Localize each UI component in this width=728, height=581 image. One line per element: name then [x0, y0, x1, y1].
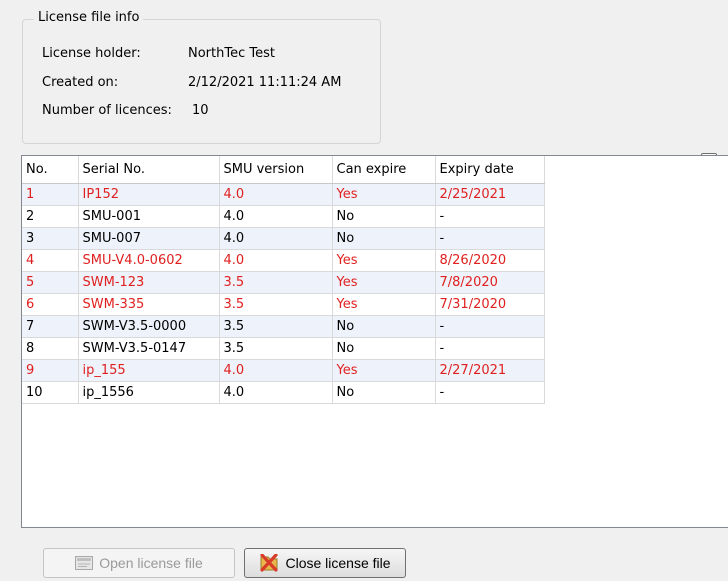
table-row[interactable]: 9 ip_155 4.0 Yes 2/27/2021 — [22, 359, 545, 382]
cell-can-expire: No — [332, 337, 436, 360]
cell-no: 4 — [22, 249, 79, 272]
cell-no: 7 — [22, 315, 79, 338]
cell-version: 4.0 — [219, 205, 333, 228]
cell-no: 5 — [22, 271, 79, 294]
license-info-title: License file info — [34, 10, 144, 25]
cell-no: 8 — [22, 337, 79, 360]
cell-version: 4.0 — [219, 249, 333, 272]
cell-version: 3.5 — [219, 271, 333, 294]
cell-serial: SMU-V4.0-0602 — [78, 249, 220, 272]
cell-serial: SMU-007 — [78, 227, 220, 250]
cell-serial: SWM-335 — [78, 293, 220, 316]
cell-no: 9 — [22, 359, 79, 382]
table-row[interactable]: 10 ip_1556 4.0 No - — [22, 381, 545, 404]
cell-expiry: - — [435, 315, 545, 338]
cell-expiry: 2/27/2021 — [435, 359, 545, 382]
open-license-button[interactable]: Open license file — [43, 548, 235, 578]
cell-version: 3.5 — [219, 315, 333, 338]
cell-expiry: 8/26/2020 — [435, 249, 545, 272]
close-license-button[interactable]: Close license file — [244, 548, 406, 578]
cell-expiry: - — [435, 227, 545, 250]
licence-count-row: Number of licences: 10 — [42, 103, 209, 118]
cell-version: 4.0 — [219, 227, 333, 250]
cell-expiry: 7/8/2020 — [435, 271, 545, 294]
table-row[interactable]: 2 SMU-001 4.0 No - — [22, 205, 545, 228]
cell-serial: SWM-123 — [78, 271, 220, 294]
cell-serial: ip_155 — [78, 359, 220, 382]
cell-no: 1 — [22, 183, 79, 206]
cell-expiry: 2/25/2021 — [435, 183, 545, 206]
column-header-no[interactable]: No. — [22, 156, 79, 184]
close-file-icon — [260, 554, 279, 572]
cell-expiry: 7/31/2020 — [435, 293, 545, 316]
open-license-label: Open license file — [99, 555, 203, 571]
cell-serial: SMU-001 — [78, 205, 220, 228]
cell-can-expire: No — [332, 205, 436, 228]
cell-can-expire: No — [332, 381, 436, 404]
cell-serial: ip_1556 — [78, 381, 220, 404]
licence-count-label: Number of licences: — [42, 103, 172, 118]
table-row[interactable]: 1 IP152 4.0 Yes 2/25/2021 — [22, 183, 545, 206]
cell-version: 4.0 — [219, 359, 333, 382]
cell-version: 3.5 — [219, 337, 333, 360]
cell-version: 4.0 — [219, 381, 333, 404]
column-header-version[interactable]: SMU version — [219, 156, 333, 184]
created-on-row: Created on: 2/12/2021 11:11:24 AM — [42, 75, 341, 90]
cell-version: 3.5 — [219, 293, 333, 316]
table-row[interactable]: 6 SWM-335 3.5 Yes 7/31/2020 — [22, 293, 545, 316]
column-header-expiry[interactable]: Expiry date — [435, 156, 545, 184]
table-header-row: No. Serial No. SMU version Can expire Ex… — [22, 156, 545, 184]
cell-can-expire: No — [332, 227, 436, 250]
table-row[interactable]: 5 SWM-123 3.5 Yes 7/8/2020 — [22, 271, 545, 294]
licence-count-value: 10 — [192, 103, 209, 118]
file-icon — [75, 556, 94, 570]
cell-serial: SWM-V3.5-0147 — [78, 337, 220, 360]
cell-version: 4.0 — [219, 183, 333, 206]
cell-expiry: - — [435, 205, 545, 228]
cell-expiry: - — [435, 381, 545, 404]
license-holder-label: License holder: — [42, 46, 141, 61]
cell-can-expire: Yes — [332, 271, 436, 294]
license-table[interactable]: No. Serial No. SMU version Can expire Ex… — [21, 155, 728, 528]
column-header-can-expire[interactable]: Can expire — [332, 156, 436, 184]
cell-no: 6 — [22, 293, 79, 316]
table-row[interactable]: 7 SWM-V3.5-0000 3.5 No - — [22, 315, 545, 338]
cell-can-expire: Yes — [332, 249, 436, 272]
cell-can-expire: No — [332, 315, 436, 338]
table-row[interactable]: 3 SMU-007 4.0 No - — [22, 227, 545, 250]
cell-can-expire: Yes — [332, 359, 436, 382]
cell-can-expire: Yes — [332, 293, 436, 316]
close-license-label: Close license file — [285, 555, 391, 571]
cell-expiry: - — [435, 337, 545, 360]
created-on-value: 2/12/2021 11:11:24 AM — [188, 75, 342, 90]
cell-serial: SWM-V3.5-0000 — [78, 315, 220, 338]
cell-can-expire: Yes — [332, 183, 436, 206]
license-holder-row: License holder: NorthTec Test — [42, 46, 275, 61]
cell-no: 10 — [22, 381, 79, 404]
cell-no: 3 — [22, 227, 79, 250]
table-row[interactable]: 4 SMU-V4.0-0602 4.0 Yes 8/26/2020 — [22, 249, 545, 272]
table-row[interactable]: 8 SWM-V3.5-0147 3.5 No - — [22, 337, 545, 360]
created-on-label: Created on: — [42, 75, 119, 90]
cell-serial: IP152 — [78, 183, 220, 206]
cell-no: 2 — [22, 205, 79, 228]
license-holder-value: NorthTec Test — [188, 46, 275, 61]
column-header-serial[interactable]: Serial No. — [78, 156, 220, 184]
